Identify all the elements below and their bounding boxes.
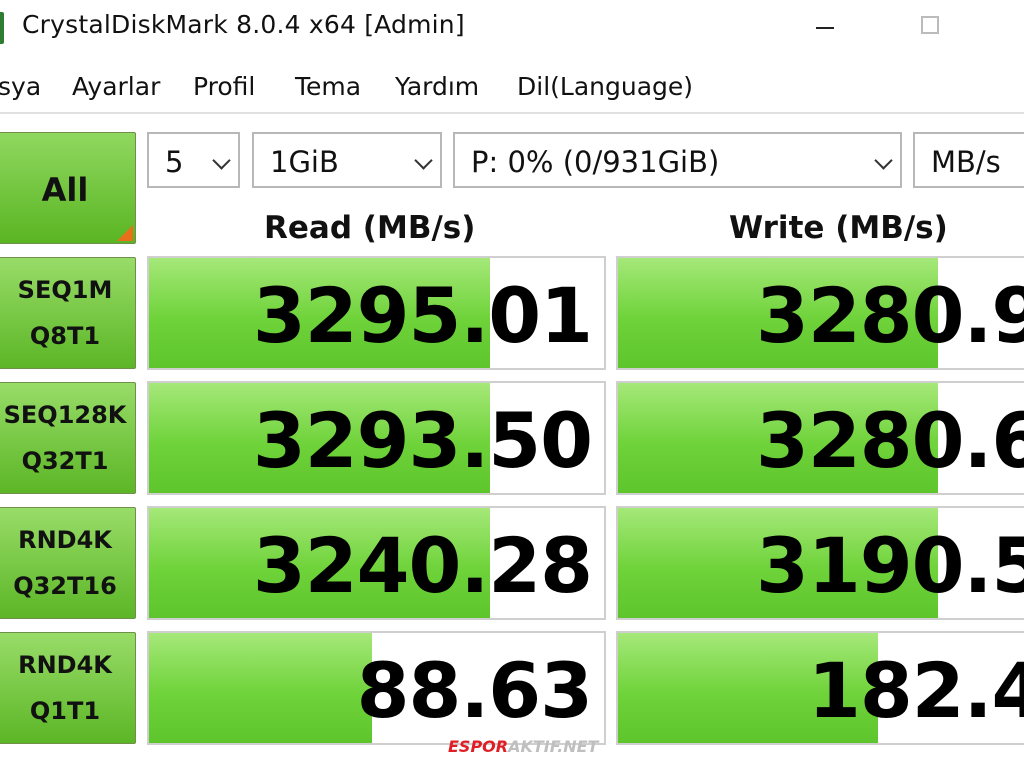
test-name: RND4K: [18, 651, 112, 679]
read-column-header: Read (MB/s): [264, 210, 476, 246]
drive-select[interactable]: P: 0% (0/931GiB): [453, 132, 902, 188]
maximize-icon[interactable]: [895, 0, 965, 56]
test-button-seq1m-q8t1[interactable]: SEQ1M Q8T1: [0, 257, 136, 369]
all-button[interactable]: All: [0, 132, 136, 244]
count-select-value: 5: [165, 145, 184, 179]
unit-select[interactable]: MB/s: [913, 132, 1024, 188]
test-queue: Q32T16: [13, 572, 117, 600]
title-bar: CrystalDiskMark 8.0.4 x64 [Admin]: [0, 0, 1024, 56]
window-title: CrystalDiskMark 8.0.4 x64 [Admin]: [22, 10, 465, 39]
read-value: 3240.28: [252, 521, 593, 610]
chevron-down-icon: [212, 151, 231, 170]
menu-help[interactable]: Yardım: [395, 72, 479, 101]
unit-select-value: MB/s: [931, 145, 1001, 179]
write-result-seq1m: 3280.9: [616, 256, 1024, 370]
read-value: 88.63: [356, 646, 593, 735]
menu-profile[interactable]: Profil: [193, 72, 255, 101]
test-queue: Q1T1: [29, 697, 101, 725]
test-queue: Q32T1: [21, 447, 109, 475]
read-result-seq128k: 3293.50: [147, 381, 606, 495]
test-button-seq128k-q32t1[interactable]: SEQ128K Q32T1: [0, 382, 136, 494]
test-name: SEQ1M: [17, 276, 113, 304]
watermark-part2: AKTIF.NET: [508, 737, 599, 756]
chevron-down-icon: [414, 151, 433, 170]
watermark-logo: ESPORAKTIF.NET: [448, 737, 599, 756]
menu-settings[interactable]: Ayarlar: [72, 72, 160, 101]
test-button-rnd4k-q1t1[interactable]: RND4K Q1T1: [0, 632, 136, 744]
write-value: 3280.6: [756, 396, 1024, 485]
drive-select-value: P: 0% (0/931GiB): [471, 145, 720, 179]
corner-marker-icon: [117, 225, 133, 241]
write-result-rnd4k-q1t1: 182.4: [616, 631, 1024, 745]
test-button-rnd4k-q32t16[interactable]: RND4K Q32T16: [0, 507, 136, 619]
menu-language[interactable]: Dil(Language): [517, 72, 693, 101]
app-icon: [0, 12, 4, 44]
write-column-header: Write (MB/s): [729, 210, 948, 246]
size-select[interactable]: 1GiB: [252, 132, 442, 188]
test-name: SEQ128K: [3, 401, 127, 429]
read-result-rnd4k-q32t16: 3240.28: [147, 506, 606, 620]
menu-theme[interactable]: Tema: [295, 72, 361, 101]
read-value: 3295.01: [252, 271, 593, 360]
write-value: 3190.5: [756, 521, 1024, 610]
count-select[interactable]: 5: [147, 132, 240, 188]
read-result-seq1m: 3295.01: [147, 256, 606, 370]
size-select-value: 1GiB: [270, 145, 339, 179]
all-button-label: All: [41, 171, 89, 209]
read-bar-fill: [149, 633, 372, 743]
menu-file[interactable]: sya: [0, 72, 41, 101]
write-result-rnd4k-q32t16: 3190.5: [616, 506, 1024, 620]
menu-divider: [0, 112, 1024, 114]
test-name: RND4K: [18, 526, 112, 554]
write-result-seq128k: 3280.6: [616, 381, 1024, 495]
write-value: 182.4: [808, 646, 1024, 735]
chevron-down-icon: [874, 151, 893, 170]
test-queue: Q8T1: [29, 322, 101, 350]
read-value: 3293.50: [252, 396, 593, 485]
minimize-icon[interactable]: [790, 0, 860, 56]
menu-bar: sya Ayarlar Profil Tema Yardım Dil(Langu…: [0, 64, 1024, 112]
watermark-part1: ESPOR: [448, 737, 509, 756]
read-result-rnd4k-q1t1: 88.63: [147, 631, 606, 745]
write-value: 3280.9: [756, 271, 1024, 360]
